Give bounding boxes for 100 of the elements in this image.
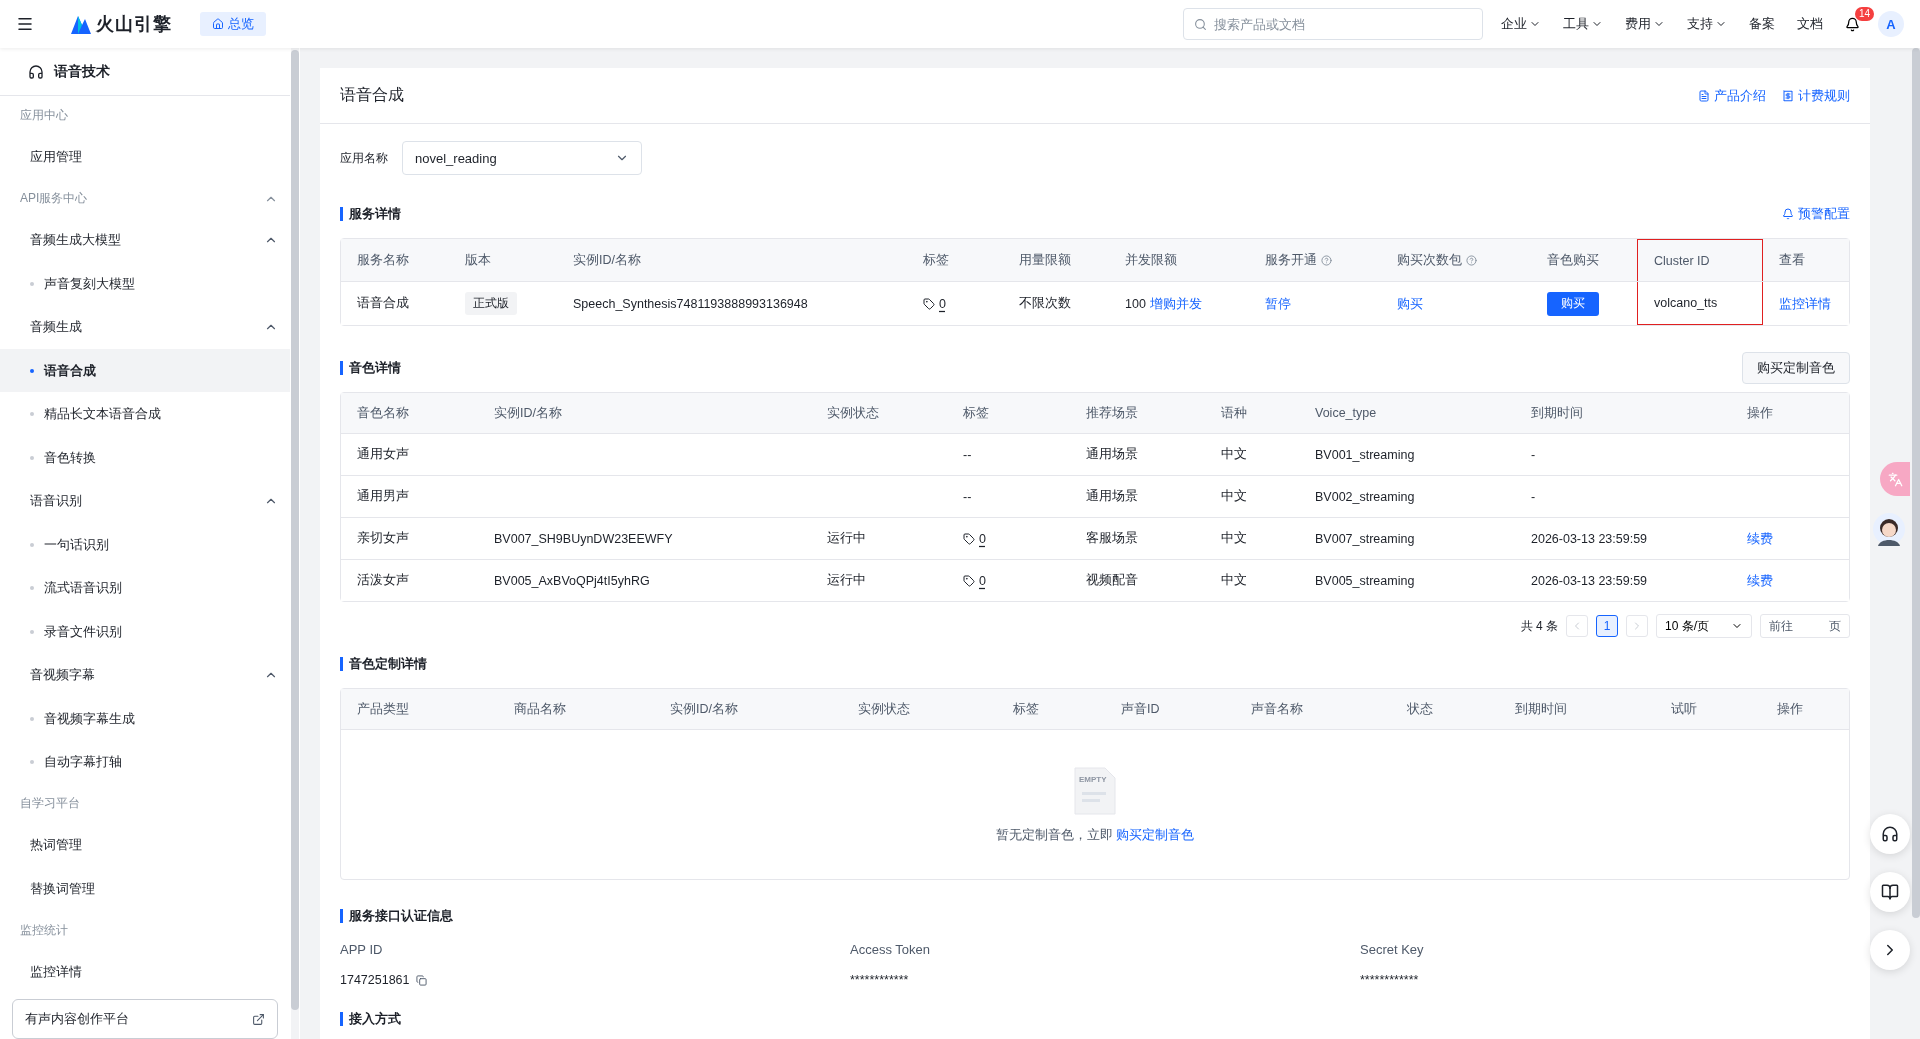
sidebar-item[interactable]: 精品长文本语音合成 — [0, 392, 290, 436]
expand-button[interactable] — [1870, 930, 1910, 970]
page-button[interactable]: 1 — [1596, 615, 1618, 637]
table-cell: 语音合成 — [357, 295, 409, 312]
copy-icon[interactable] — [415, 974, 427, 986]
platform-link[interactable]: 有声内容创作平台 — [12, 999, 278, 1039]
menu-icon[interactable] — [16, 15, 34, 33]
page-size-select[interactable]: 10 条/页 — [1656, 614, 1752, 638]
nav-menu[interactable]: 工具 — [1559, 15, 1607, 33]
column-header: 操作 — [1776, 700, 1804, 718]
sidebar-item[interactable]: 音视频字幕生成 — [0, 696, 290, 741]
scrollbar-thumb[interactable] — [291, 50, 299, 1010]
app-select[interactable]: novel_reading — [402, 141, 642, 175]
overview-tab[interactable]: 总览 — [200, 12, 266, 36]
header-link[interactable]: 计费规则 — [1782, 86, 1850, 105]
field-label: 应用名称 — [340, 149, 388, 167]
help-icon[interactable] — [1321, 254, 1332, 266]
external-link-icon — [252, 1012, 265, 1026]
sidebar-section-label: 应用中心 — [20, 107, 68, 125]
document-icon — [1698, 89, 1710, 102]
headset-icon — [28, 63, 44, 80]
sidebar-group[interactable]: 语音识别 — [0, 479, 290, 523]
table-cell: 视频配音 — [1086, 572, 1138, 589]
sidebar-item[interactable]: 自动字幕打轴 — [0, 740, 290, 784]
help-icon[interactable] — [1466, 254, 1477, 266]
buy-custom-voice-link[interactable]: 购买定制音色 — [1116, 825, 1195, 844]
section-title: 服务接口认证信息 — [340, 909, 453, 923]
column-header: 并发限额 — [1124, 251, 1178, 269]
docs-button[interactable] — [1870, 872, 1910, 912]
renew-link[interactable]: 续费 — [1747, 529, 1773, 548]
table-link[interactable]: 监控详情 — [1779, 294, 1831, 313]
prev-page-button[interactable] — [1566, 615, 1588, 637]
column-header: 音色购买 — [1546, 251, 1600, 269]
renew-link[interactable]: 续费 — [1747, 571, 1773, 590]
tag-icon — [963, 532, 975, 545]
nav-menu[interactable]: 企业 — [1497, 15, 1545, 33]
table-cell: 中文 — [1221, 488, 1247, 505]
nav-menu[interactable]: 文档 — [1793, 15, 1827, 33]
table-cell: 通用男声 — [357, 488, 409, 505]
version-badge: 正式版 — [465, 292, 517, 315]
sidebar-section-label: API服务中心 — [20, 190, 88, 208]
empty-message: 暂无定制音色，立即 购买定制音色 — [995, 825, 1195, 844]
sidebar-item[interactable]: 替换词管理 — [0, 866, 290, 911]
goto-page-field[interactable]: 前往 页 — [1760, 614, 1850, 638]
section-title: 服务详情 — [340, 207, 401, 221]
search-field[interactable]: 搜索产品或文档 — [1183, 8, 1483, 40]
tag-count[interactable]: 0 — [939, 296, 946, 311]
buy-button[interactable]: 购买 — [1547, 291, 1599, 316]
table-cell: 运行中 — [827, 572, 866, 589]
next-page-button[interactable] — [1626, 615, 1648, 637]
nav-menu[interactable]: 支持 — [1683, 15, 1731, 33]
table-cell: 100 — [1125, 296, 1146, 311]
tag-count[interactable]: 0 — [979, 531, 986, 546]
buy-custom-voice-button[interactable]: 购买定制音色 — [1742, 352, 1850, 384]
field-value: 1747251861 — [340, 973, 410, 987]
support-button[interactable] — [1870, 814, 1910, 854]
table-link[interactable]: 暂停 — [1265, 294, 1291, 313]
headset-icon — [1881, 825, 1899, 843]
total-count: 共 4 条 — [1520, 617, 1558, 635]
assistant-avatar-icon[interactable] — [1872, 512, 1906, 546]
nav-menu[interactable]: 费用 — [1621, 15, 1669, 33]
sidebar-item[interactable]: 监控详情 — [0, 949, 290, 994]
section-title: 接入方式 — [340, 1012, 401, 1026]
column-header: 声音名称 — [1250, 700, 1304, 718]
table-cell: 通用场景 — [1086, 446, 1138, 463]
translate-button[interactable] — [1880, 462, 1910, 496]
table-cell: - — [1531, 447, 1536, 462]
tag-count[interactable]: 0 — [979, 573, 986, 588]
sidebar-group[interactable]: 音视频字幕 — [0, 653, 290, 697]
sidebar-item[interactable]: 语音合成 — [0, 349, 290, 393]
column-header: Voice_type — [1314, 405, 1378, 422]
table-cell: BV001_streaming — [1315, 447, 1415, 462]
sidebar-group[interactable]: 音频生成 — [0, 305, 290, 349]
sidebar-item[interactable]: 应用管理 — [0, 135, 290, 179]
sidebar-item[interactable]: 流式语音识别 — [0, 566, 290, 610]
section-title: 音色定制详情 — [340, 657, 427, 671]
header-link[interactable]: 产品介绍 — [1698, 86, 1766, 105]
scrollbar-thumb[interactable] — [1912, 48, 1920, 918]
table-cell: BV005_streaming — [1315, 573, 1415, 588]
table-link[interactable]: 增购并发 — [1149, 294, 1202, 313]
table-cell: 不限次数 — [1019, 295, 1071, 312]
table-link[interactable]: 购买 — [1397, 294, 1423, 313]
sidebar-item[interactable]: 音色转换 — [0, 435, 290, 480]
user-avatar[interactable]: A — [1878, 11, 1904, 37]
field-label: Access Token — [850, 942, 931, 957]
table-cell: 客服场景 — [1086, 530, 1138, 547]
sidebar-group[interactable]: 音频生成大模型 — [0, 218, 290, 263]
sidebar-item[interactable]: 声音复刻大模型 — [0, 262, 290, 306]
column-header: 到期时间 — [1514, 700, 1568, 718]
nav-menu[interactable]: 备案 — [1745, 15, 1779, 33]
table-cell: BV002_streaming — [1315, 489, 1415, 504]
table-cell: -- — [963, 447, 972, 462]
sidebar-item[interactable]: 热词管理 — [0, 823, 290, 867]
book-icon — [1881, 883, 1899, 901]
column-header: 推荐场景 — [1085, 404, 1139, 422]
sidebar-item[interactable]: 一句话识别 — [0, 522, 290, 567]
column-header: 版本 — [464, 251, 492, 269]
alert-settings-link[interactable]: 预警配置 — [1782, 205, 1850, 223]
sidebar-item[interactable]: 录音文件识别 — [0, 609, 290, 654]
table-cell: 中文 — [1221, 446, 1247, 463]
